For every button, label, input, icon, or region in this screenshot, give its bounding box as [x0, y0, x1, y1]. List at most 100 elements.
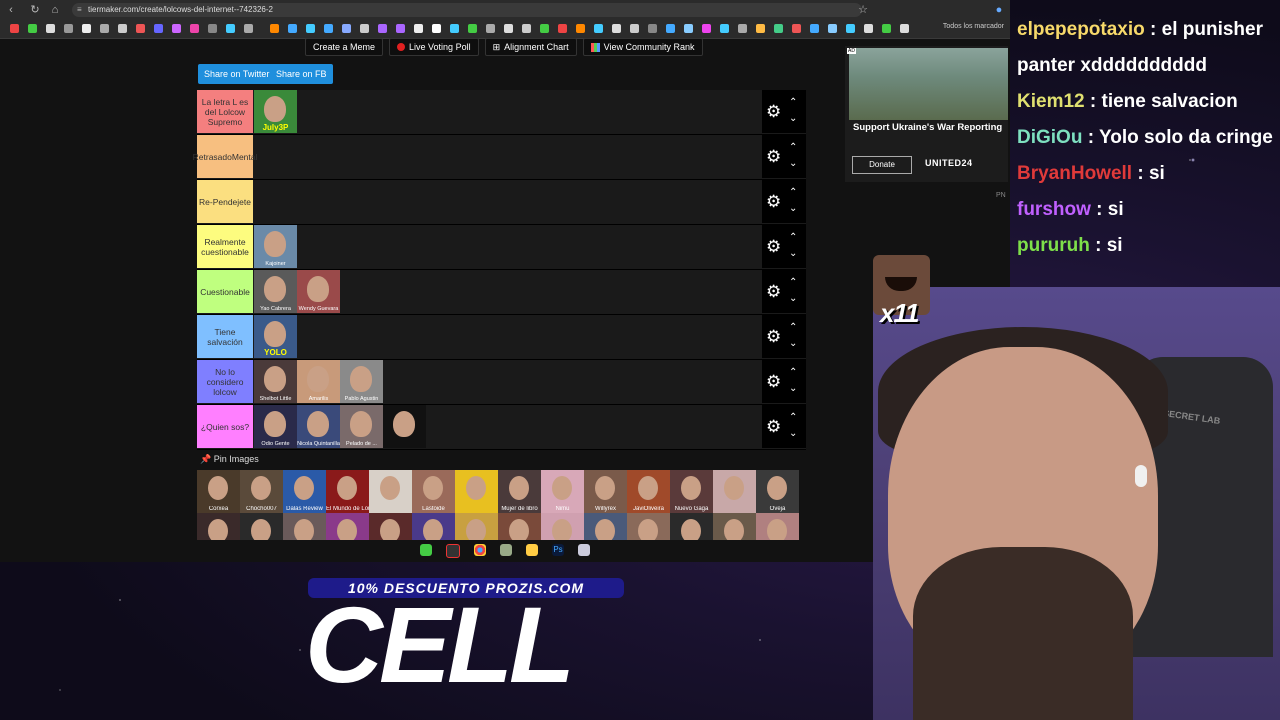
pool-image[interactable] — [455, 513, 498, 540]
pool-image[interactable]: Corxea — [197, 470, 240, 513]
chat-username[interactable]: DiGiOu — [1017, 127, 1082, 148]
bookmark-icon[interactable] — [28, 24, 37, 33]
pool-image[interactable]: Lastoide — [412, 470, 455, 513]
pool-image[interactable] — [240, 513, 283, 540]
bookmark-icon[interactable] — [666, 24, 675, 33]
bookmark-icon[interactable] — [684, 24, 693, 33]
move-up-icon[interactable]: ⌃ — [789, 233, 797, 243]
bookmark-icon[interactable] — [226, 24, 235, 33]
tier-label[interactable]: Tiene salvación — [197, 315, 253, 358]
bookmark-icon[interactable] — [558, 24, 567, 33]
bookmark-icon[interactable] — [450, 24, 459, 33]
site-info-icon[interactable]: ≡ — [77, 3, 82, 17]
settings-gear-icon[interactable]: ⚙ — [766, 148, 781, 165]
settings-gear-icon[interactable]: ⚙ — [766, 103, 781, 120]
tier-image[interactable]: July3P — [254, 90, 297, 133]
bookmark-icon[interactable] — [576, 24, 585, 33]
move-down-icon[interactable]: ⌄ — [789, 294, 797, 304]
tier-image[interactable]: YOLO — [254, 315, 297, 358]
tier-label[interactable]: Realmente cuestionable — [197, 225, 253, 268]
move-down-icon[interactable]: ⌄ — [789, 204, 797, 214]
app-icon[interactable] — [500, 544, 512, 556]
pool-image[interactable] — [756, 513, 799, 540]
pool-image[interactable] — [713, 513, 756, 540]
bookmark-icon[interactable] — [864, 24, 873, 33]
chat-username[interactable]: elpepepotaxio — [1017, 19, 1145, 40]
bookmark-icon[interactable] — [810, 24, 819, 33]
pool-image[interactable] — [197, 513, 240, 540]
bookmark-icon[interactable] — [324, 24, 333, 33]
tier-image[interactable]: Yao Cabrera — [254, 270, 297, 313]
bookmark-icon[interactable] — [432, 24, 441, 33]
share-twitter-button[interactable]: Share on Twitter — [198, 64, 276, 84]
home-icon[interactable]: ⌂ — [48, 3, 62, 17]
donate-button[interactable]: Donate — [852, 156, 912, 174]
tier-label[interactable]: Re-Pendejete — [197, 180, 253, 223]
bookmark-icon[interactable] — [648, 24, 657, 33]
photoshop-icon[interactable]: Ps — [552, 544, 564, 556]
bookmark-icon[interactable] — [270, 24, 279, 33]
chrome-icon[interactable] — [474, 544, 486, 556]
move-down-icon[interactable]: ⌄ — [789, 339, 797, 349]
bookmark-icon[interactable] — [828, 24, 837, 33]
pool-image[interactable]: Oveja — [756, 470, 799, 513]
bookmark-icon[interactable] — [720, 24, 729, 33]
tier-label[interactable]: RetrasadoMental — [193, 135, 257, 178]
tier-label[interactable]: ¿Quien sos? — [197, 405, 253, 448]
bookmark-icon[interactable] — [360, 24, 369, 33]
pool-image[interactable] — [541, 513, 584, 540]
move-down-icon[interactable]: ⌄ — [789, 159, 797, 169]
bookmark-icon[interactable] — [342, 24, 351, 33]
bookmark-icon[interactable] — [154, 24, 163, 33]
pool-image[interactable]: El Mundo de Lore — [326, 470, 369, 513]
bookmark-icon[interactable] — [522, 24, 531, 33]
pool-image[interactable] — [412, 513, 455, 540]
tier-label[interactable]: La letra L es del Lolcow Supremo — [197, 90, 253, 133]
chat-username[interactable]: pururuh — [1017, 235, 1090, 256]
bookmark-star-icon[interactable]: ☆ — [856, 3, 870, 17]
bookmark-icon[interactable] — [846, 24, 855, 33]
pool-image[interactable] — [283, 513, 326, 540]
tier-label[interactable]: No lo considero lolcow — [197, 360, 253, 403]
community-rank-button[interactable]: View Community Rank — [582, 38, 703, 56]
bookmark-icon[interactable] — [288, 24, 297, 33]
pool-image[interactable] — [369, 470, 412, 513]
settings-gear-icon[interactable]: ⚙ — [766, 373, 781, 390]
bookmark-icon[interactable] — [468, 24, 477, 33]
pool-image[interactable]: Mujer de libro — [498, 470, 541, 513]
bookmark-icon[interactable] — [792, 24, 801, 33]
bookmark-icon[interactable] — [630, 24, 639, 33]
move-up-icon[interactable]: ⌃ — [789, 368, 797, 378]
pin-images-label[interactable]: 📌 Pin Images — [200, 454, 259, 465]
settings-gear-icon[interactable]: ⚙ — [766, 238, 781, 255]
bookmark-icon[interactable] — [612, 24, 621, 33]
move-up-icon[interactable]: ⌃ — [789, 278, 797, 288]
all-bookmarks[interactable]: Todos los marcador — [943, 23, 1004, 30]
pool-image[interactable] — [627, 513, 670, 540]
bookmark-icon[interactable] — [46, 24, 55, 33]
bookmark-icon[interactable] — [100, 24, 109, 33]
bookmark-icon[interactable] — [882, 24, 891, 33]
chat-username[interactable]: furshow — [1017, 199, 1091, 220]
bookmark-icon[interactable] — [594, 24, 603, 33]
pool-image[interactable]: Nimu — [541, 470, 584, 513]
url-field[interactable]: ≡ tiermaker.com/create/lolcows-del-inter… — [72, 3, 862, 17]
live-voting-poll-button[interactable]: Live Voting Poll — [389, 38, 479, 56]
bookmark-icon[interactable] — [118, 24, 127, 33]
pool-image[interactable]: Chocho007 — [240, 470, 283, 513]
bookmark-icon[interactable] — [774, 24, 783, 33]
bookmark-icon[interactable] — [504, 24, 513, 33]
tier-image[interactable]: Pelado de ... — [340, 405, 383, 448]
settings-gear-icon[interactable]: ⚙ — [766, 328, 781, 345]
bookmark-icon[interactable] — [306, 24, 315, 33]
pool-image[interactable]: JaviOliveira — [627, 470, 670, 513]
chat-username[interactable]: Kiem12 — [1017, 91, 1085, 112]
pool-image[interactable] — [498, 513, 541, 540]
bookmark-icon[interactable] — [900, 24, 909, 33]
tier-image[interactable]: Amarilis — [297, 360, 340, 403]
back-icon[interactable]: ‹ — [4, 3, 18, 17]
settings-gear-icon[interactable]: ⚙ — [766, 418, 781, 435]
tier-image[interactable] — [383, 405, 426, 448]
tier-image[interactable]: Shelbot Little — [254, 360, 297, 403]
pool-image[interactable] — [584, 513, 627, 540]
